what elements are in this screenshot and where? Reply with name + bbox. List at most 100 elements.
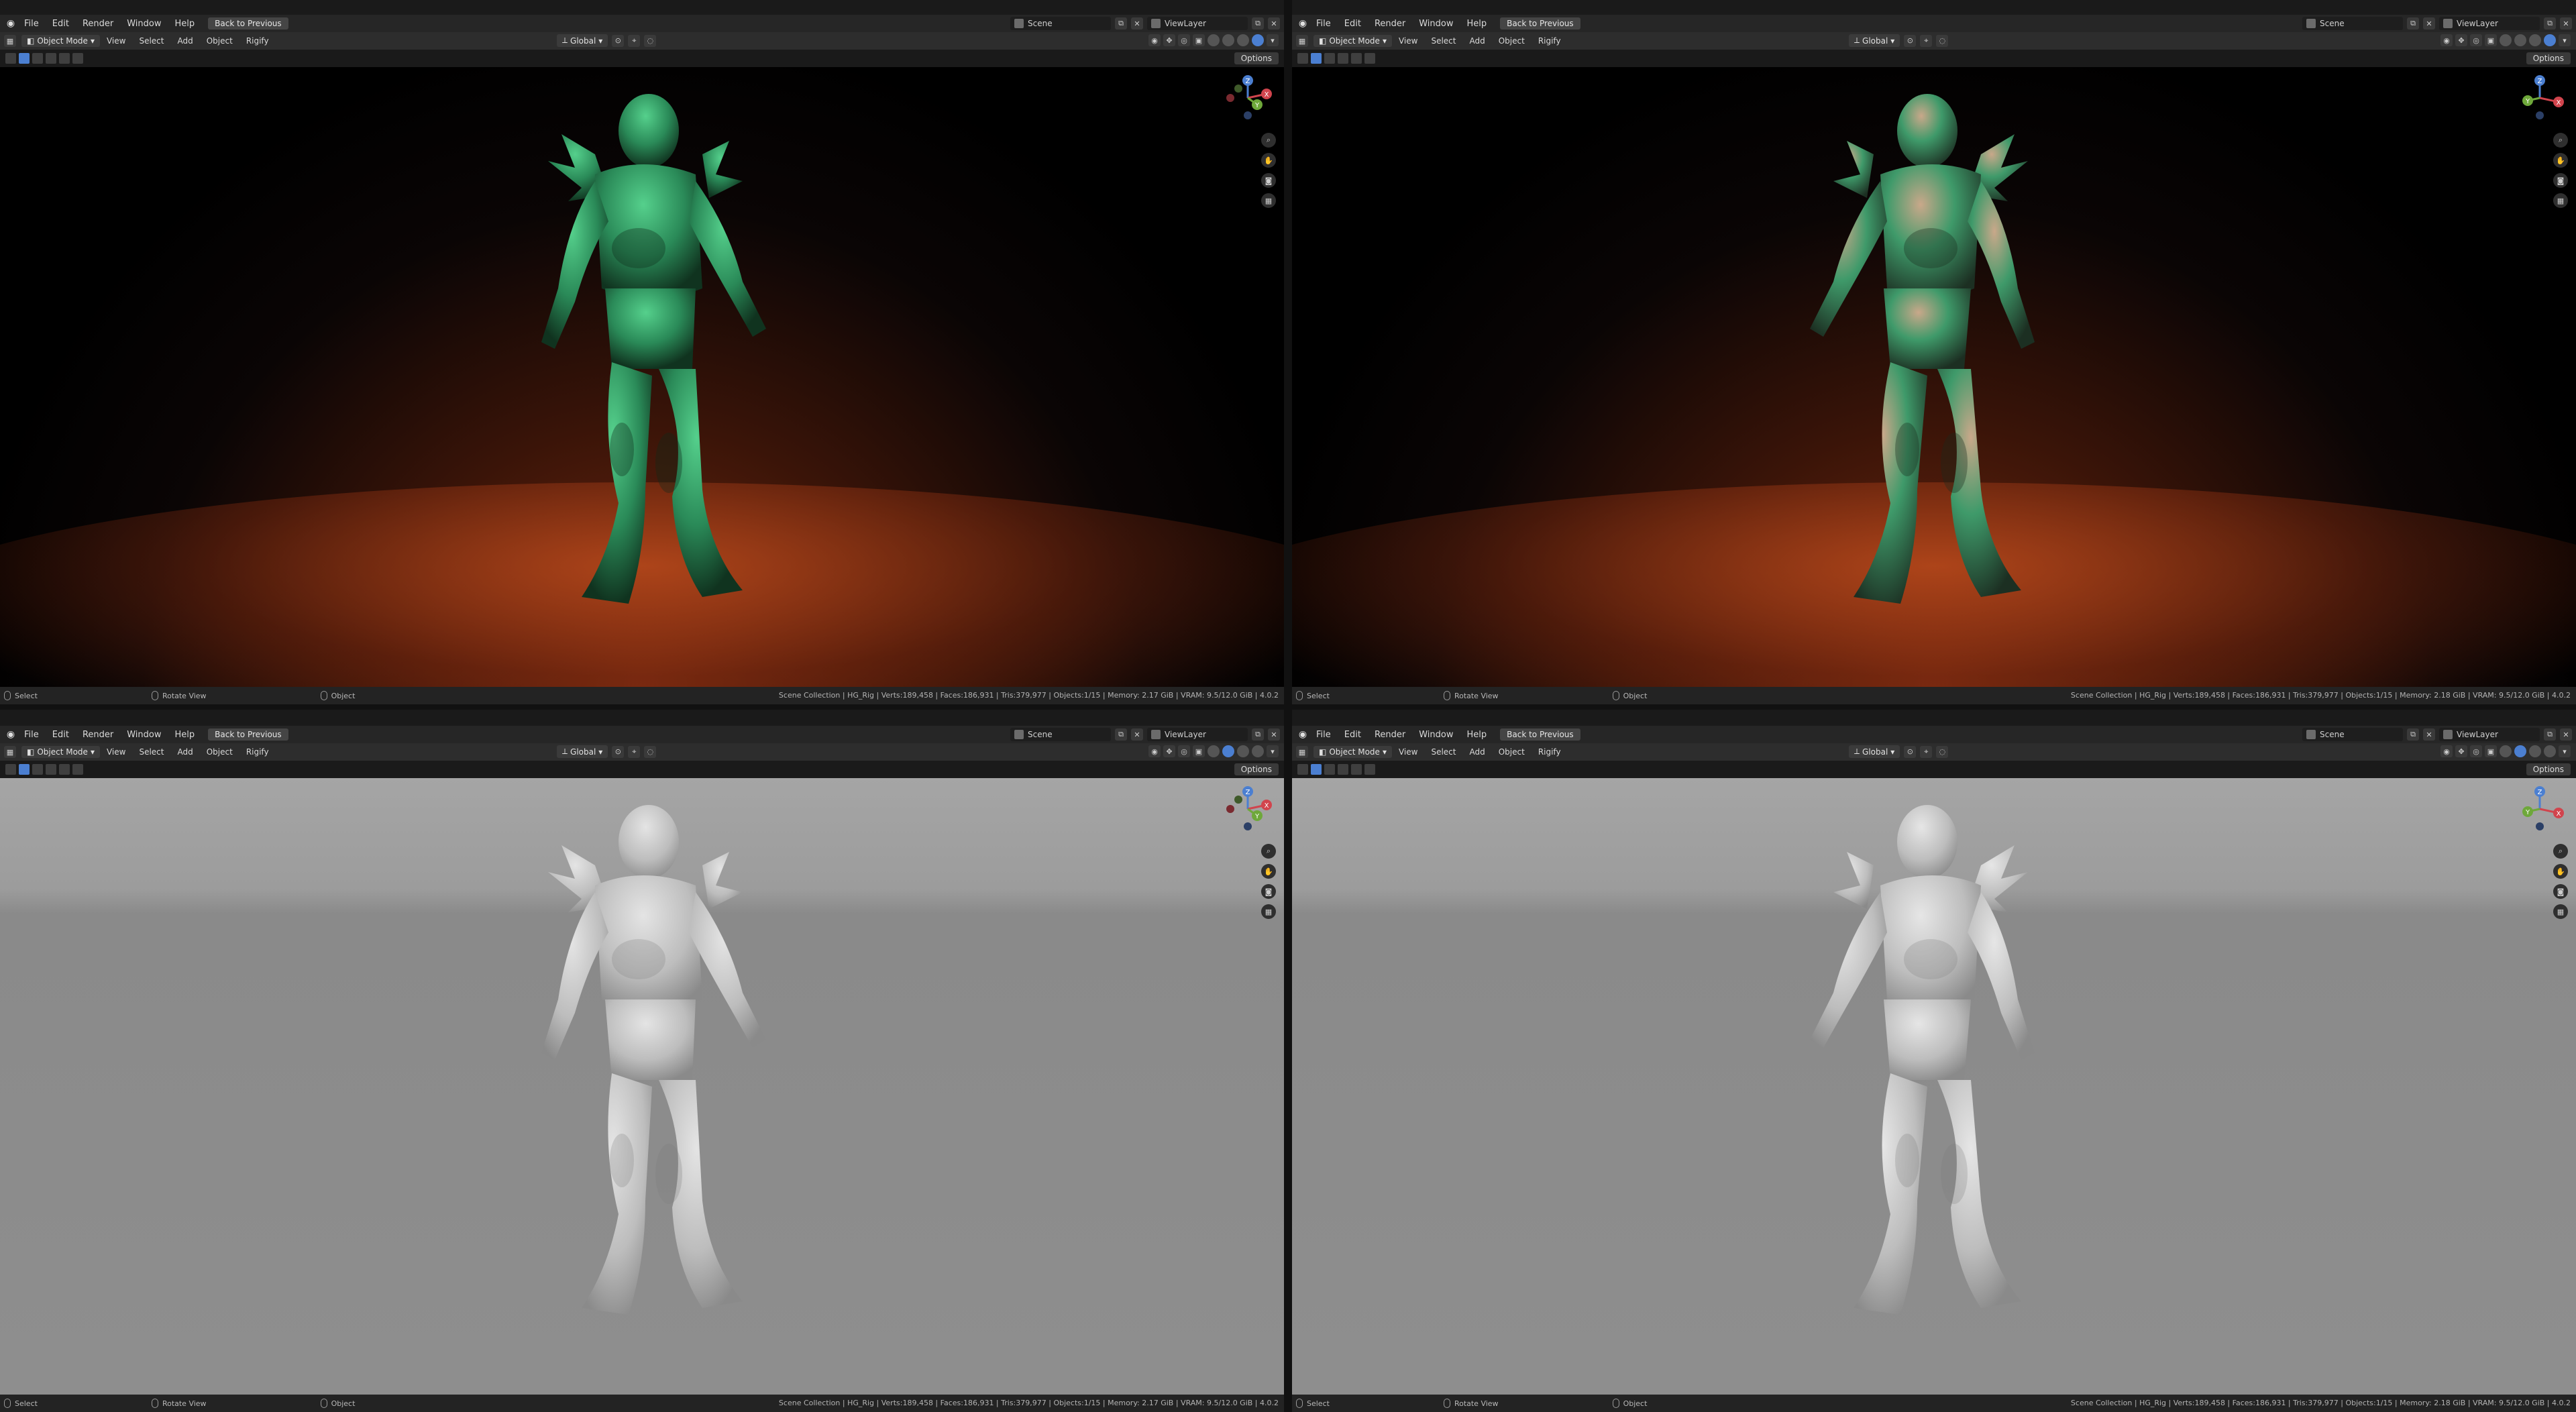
blender-icon[interactable]: ◉	[1296, 17, 1309, 30]
hand-icon[interactable]: ✋	[2553, 153, 2568, 168]
view-layer-selector[interactable]: ViewLayer	[2439, 17, 2540, 30]
editor-type-icon[interactable]: ▦	[1296, 746, 1308, 758]
select-box-icon[interactable]	[1311, 764, 1322, 775]
camera-icon[interactable]: ◙	[2553, 884, 2568, 899]
select-extend-icon[interactable]	[32, 53, 43, 64]
zoom-icon[interactable]: ⌕	[1261, 844, 1276, 859]
material-shading-button[interactable]	[2529, 34, 2541, 46]
3d-viewport-rendered[interactable]: Z X Y ⌕ ✋ ◙ ▦	[0, 67, 1284, 687]
select-subtract-icon[interactable]	[1338, 764, 1348, 775]
menu-edit[interactable]: Edit	[46, 730, 76, 740]
mode-dropdown[interactable]: ◧ Object Mode ▾	[21, 35, 100, 47]
gizmo-toggle-icon[interactable]: ✥	[2455, 745, 2467, 757]
scene-selector[interactable]: Scene	[1010, 728, 1111, 741]
close-scene-icon[interactable]: ✕	[1131, 728, 1143, 741]
grid-icon[interactable]: ▦	[2553, 904, 2568, 919]
menu-help[interactable]: Help	[168, 19, 202, 29]
visibility-icon[interactable]: ◉	[1148, 745, 1161, 757]
gizmo-toggle-icon[interactable]: ✥	[2455, 34, 2467, 46]
menu-edit[interactable]: Edit	[46, 19, 76, 29]
3d-viewport-solid[interactable]: Z X Y ⌕ ✋ ◙ ▦	[1292, 778, 2576, 1395]
pivot-icon[interactable]: ⊙	[612, 34, 625, 47]
menu-add[interactable]: Add	[1462, 747, 1491, 757]
hand-icon[interactable]: ✋	[1261, 864, 1276, 879]
menu-window[interactable]: Window	[1412, 730, 1460, 740]
snap-icon[interactable]: ⌖	[628, 745, 641, 758]
rendered-shading-button[interactable]	[2544, 745, 2556, 757]
close-view-layer-icon[interactable]: ✕	[1268, 17, 1280, 30]
orientation-dropdown[interactable]: ⟂ Global ▾	[557, 34, 608, 47]
new-view-layer-button[interactable]: ⧉	[2544, 728, 2556, 741]
camera-icon[interactable]: ◙	[2553, 173, 2568, 188]
menu-render[interactable]: Render	[76, 730, 120, 740]
3d-viewport-rendered[interactable]: Z X Y ⌕ ✋ ◙ ▦	[1292, 67, 2576, 687]
tool-icon[interactable]	[1297, 764, 1308, 775]
xray-toggle-icon[interactable]: ▣	[1193, 34, 1205, 46]
shading-options-icon[interactable]: ▾	[2559, 34, 2571, 46]
mode-dropdown[interactable]: ◧ Object Mode ▾	[21, 746, 100, 758]
grid-icon[interactable]: ▦	[1261, 904, 1276, 919]
shading-options-icon[interactable]: ▾	[2559, 745, 2571, 757]
menu-help[interactable]: Help	[1460, 730, 1494, 740]
tool-icon[interactable]	[5, 53, 16, 64]
rendered-shading-button[interactable]	[1252, 34, 1264, 46]
options-dropdown[interactable]: Options	[2526, 763, 2571, 775]
menu-file[interactable]: File	[1309, 730, 1338, 740]
mode-dropdown[interactable]: ◧ Object Mode ▾	[1313, 746, 1392, 758]
close-view-layer-icon[interactable]: ✕	[2560, 728, 2572, 741]
options-dropdown[interactable]: Options	[1234, 763, 1279, 775]
rendered-shading-button[interactable]	[1252, 745, 1264, 757]
tool-icon[interactable]	[1297, 53, 1308, 64]
new-scene-button[interactable]: ⧉	[2407, 728, 2419, 741]
editor-type-icon[interactable]: ▦	[4, 746, 16, 758]
menu-select[interactable]: Select	[1424, 747, 1462, 757]
menu-rigify[interactable]: Rigify	[1532, 36, 1568, 46]
hand-icon[interactable]: ✋	[1261, 153, 1276, 168]
snap-icon[interactable]: ⌖	[628, 34, 641, 47]
blender-icon[interactable]: ◉	[1296, 728, 1309, 741]
back-to-previous-button[interactable]: Back to Previous	[208, 728, 288, 741]
menu-add[interactable]: Add	[1462, 36, 1491, 46]
vertical-area-divider[interactable]	[1284, 0, 1292, 1412]
proportional-edit-icon[interactable]: ◌	[1936, 34, 1949, 47]
menu-edit[interactable]: Edit	[1338, 730, 1368, 740]
pivot-icon[interactable]: ⊙	[1904, 34, 1917, 47]
close-scene-icon[interactable]: ✕	[2423, 728, 2435, 741]
overlay-toggle-icon[interactable]: ◎	[1178, 745, 1190, 757]
gizmo-toggle-icon[interactable]: ✥	[1163, 34, 1175, 46]
visibility-icon[interactable]: ◉	[2440, 34, 2453, 46]
new-view-layer-button[interactable]: ⧉	[1252, 17, 1264, 30]
select-intersect-icon[interactable]	[72, 764, 83, 775]
select-intersect-icon[interactable]	[72, 53, 83, 64]
menu-object[interactable]: Object	[1492, 36, 1532, 46]
menu-rigify[interactable]: Rigify	[1532, 747, 1568, 757]
new-scene-button[interactable]: ⧉	[2407, 17, 2419, 30]
menu-render[interactable]: Render	[1368, 19, 1412, 29]
menu-add[interactable]: Add	[170, 36, 199, 46]
editor-type-icon[interactable]: ▦	[1296, 35, 1308, 47]
solid-shading-button[interactable]	[2514, 745, 2526, 757]
menu-help[interactable]: Help	[1460, 19, 1494, 29]
new-scene-button[interactable]: ⧉	[1115, 728, 1127, 741]
orientation-dropdown[interactable]: ⟂ Global ▾	[1849, 745, 1900, 758]
xray-toggle-icon[interactable]: ▣	[2485, 745, 2497, 757]
options-dropdown[interactable]: Options	[1234, 52, 1279, 64]
close-scene-icon[interactable]: ✕	[1131, 17, 1143, 30]
select-invert-icon[interactable]	[59, 53, 70, 64]
solid-shading-button[interactable]	[1222, 745, 1234, 757]
gizmo-toggle-icon[interactable]: ✥	[1163, 745, 1175, 757]
blender-icon[interactable]: ◉	[4, 17, 17, 30]
select-extend-icon[interactable]	[1324, 764, 1335, 775]
xray-toggle-icon[interactable]: ▣	[1193, 745, 1205, 757]
material-shading-button[interactable]	[1237, 34, 1249, 46]
select-extend-icon[interactable]	[32, 764, 43, 775]
snap-icon[interactable]: ⌖	[1920, 34, 1933, 47]
close-view-layer-icon[interactable]: ✕	[1268, 728, 1280, 741]
menu-view[interactable]: View	[100, 747, 132, 757]
menu-object[interactable]: Object	[200, 36, 239, 46]
view-layer-selector[interactable]: ViewLayer	[2439, 728, 2540, 741]
options-dropdown[interactable]: Options	[2526, 52, 2571, 64]
back-to-previous-button[interactable]: Back to Previous	[1500, 17, 1580, 30]
shading-options-icon[interactable]: ▾	[1267, 745, 1279, 757]
grid-icon[interactable]: ▦	[2553, 193, 2568, 208]
